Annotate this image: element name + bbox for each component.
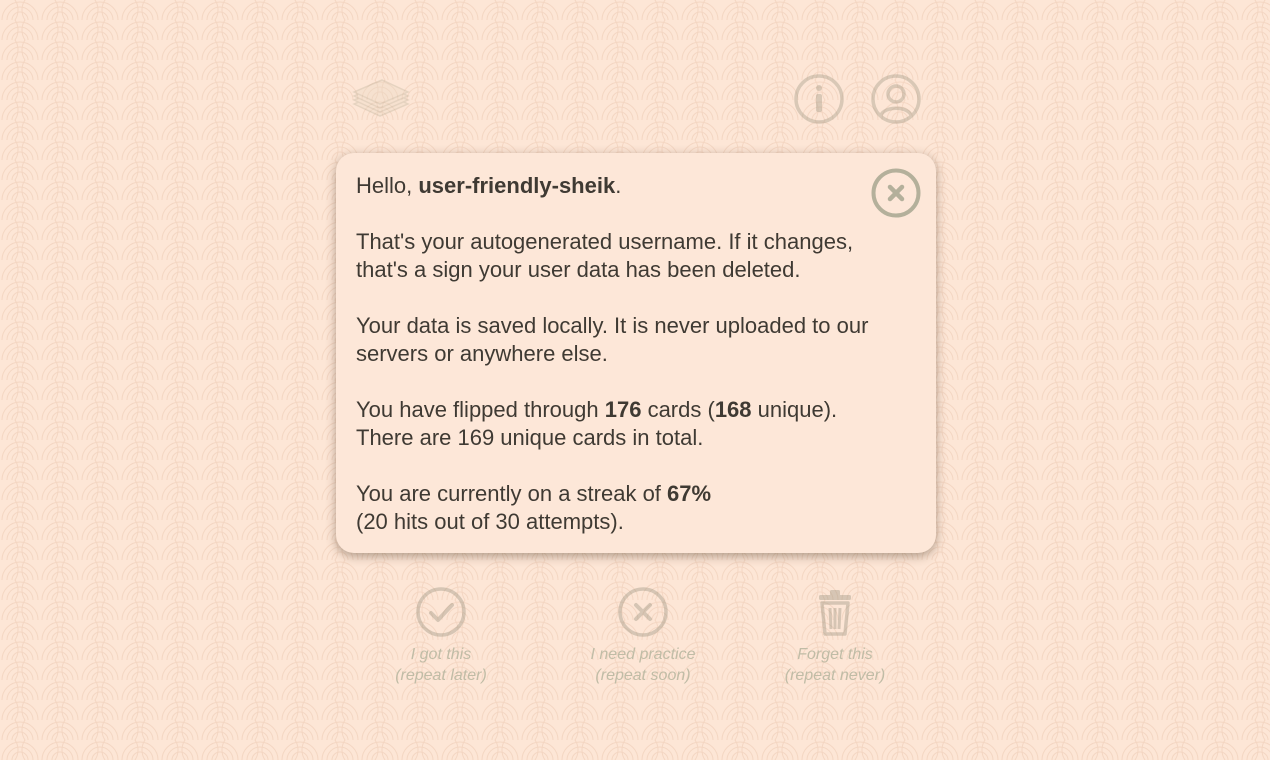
got-this-label: I got this (repeat later) [395, 646, 487, 684]
user-info-dialog: Hello, user-friendly-sheik. That's your … [336, 153, 936, 553]
username: user-friendly-sheik [418, 173, 616, 198]
user-profile-icon[interactable] [870, 73, 922, 125]
unique-count: 168 [714, 397, 752, 422]
greeting-text: Hello, user-friendly-sheik. [356, 173, 622, 198]
storage-info-text: Your data is saved locally. It is never … [356, 313, 869, 366]
check-circle-icon [416, 587, 466, 637]
flipped-count: 176 [604, 397, 642, 422]
streak-text: You are currently on a streak of 67% (20… [356, 481, 712, 534]
info-icon[interactable] [793, 73, 845, 125]
need-practice-button[interactable]: I need practice (repeat soon) [568, 586, 718, 686]
forget-this-button[interactable]: Forget this (repeat never) [760, 586, 910, 686]
x-circle-icon [618, 587, 668, 637]
close-circle-icon[interactable] [871, 168, 921, 218]
cards-stats-text: You have flipped through 176 cards (168 … [356, 397, 838, 450]
trash-icon [819, 590, 851, 636]
card-actions: I got this (repeat later) I need practic… [0, 586, 1270, 696]
forget-this-label: Forget this (repeat never) [784, 646, 886, 684]
card-deck-icon[interactable] [350, 74, 412, 124]
streak-percent: 67% [667, 481, 712, 506]
username-info-text: That's your autogenerated username. If i… [356, 229, 854, 282]
got-this-button[interactable]: I got this (repeat later) [366, 586, 516, 686]
need-practice-label: I need practice (repeat soon) [590, 646, 696, 684]
